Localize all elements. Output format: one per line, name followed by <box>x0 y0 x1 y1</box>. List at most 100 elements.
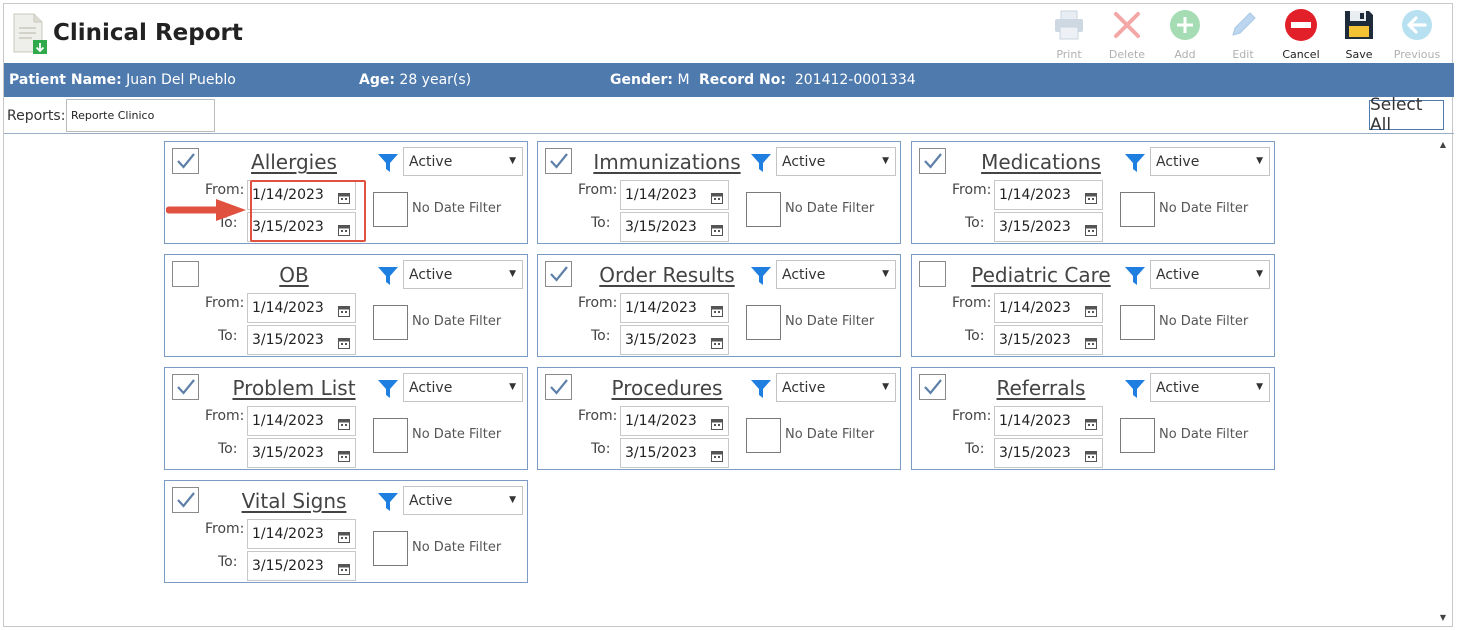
to-date-picker[interactable]: 3/15/2023 <box>994 438 1103 468</box>
calendar-icon[interactable] <box>1085 415 1097 430</box>
section-checkbox[interactable] <box>172 148 199 174</box>
filter-icon[interactable] <box>750 152 772 174</box>
filter-icon[interactable] <box>1124 265 1146 287</box>
from-date-picker[interactable]: 1/14/2023 <box>247 406 356 436</box>
status-dropdown[interactable]: Active ▼ <box>776 147 896 176</box>
previous-button[interactable]: Previous <box>1388 7 1446 63</box>
section-checkbox[interactable] <box>919 148 946 174</box>
calendar-icon[interactable] <box>711 415 723 430</box>
section-title[interactable]: Immunizations <box>578 150 756 174</box>
calendar-icon[interactable] <box>711 189 723 204</box>
from-date-picker[interactable]: 1/14/2023 <box>620 406 729 436</box>
calendar-icon[interactable] <box>1085 189 1097 204</box>
status-dropdown[interactable]: Active ▼ <box>403 147 523 176</box>
calendar-icon[interactable] <box>711 334 723 349</box>
section-checkbox[interactable] <box>172 487 199 513</box>
scroll-down-arrow-icon[interactable]: ▼ <box>1437 613 1449 623</box>
calendar-icon[interactable] <box>1085 302 1097 317</box>
section-title[interactable]: Procedures <box>578 376 756 400</box>
status-dropdown[interactable]: Active ▼ <box>403 260 523 289</box>
section-checkbox[interactable] <box>545 261 572 287</box>
status-dropdown[interactable]: Active ▼ <box>1150 147 1270 176</box>
no-date-filter-checkbox[interactable] <box>746 418 781 453</box>
delete-button[interactable]: Delete <box>1098 7 1156 63</box>
calendar-icon[interactable] <box>711 447 723 462</box>
scroll-up-arrow-icon[interactable]: ▲ <box>1437 140 1449 150</box>
status-dropdown[interactable]: Active ▼ <box>1150 260 1270 289</box>
section-checkbox[interactable] <box>172 374 199 400</box>
print-button[interactable]: Print <box>1040 7 1098 63</box>
section-title[interactable]: Problem List <box>205 376 383 400</box>
calendar-icon[interactable] <box>338 415 350 430</box>
calendar-icon[interactable] <box>338 528 350 543</box>
no-date-filter-checkbox[interactable] <box>373 531 408 566</box>
calendar-icon[interactable] <box>711 302 723 317</box>
calendar-icon[interactable] <box>1085 334 1097 349</box>
section-checkbox[interactable] <box>919 374 946 400</box>
to-date-picker[interactable]: 3/15/2023 <box>247 325 356 355</box>
filter-icon[interactable] <box>377 152 399 174</box>
calendar-icon[interactable] <box>711 221 723 236</box>
status-dropdown[interactable]: Active ▼ <box>403 486 523 515</box>
save-button[interactable]: Save <box>1330 7 1388 63</box>
to-label: To: <box>965 441 985 457</box>
to-date-picker[interactable]: 3/15/2023 <box>247 438 356 468</box>
no-date-filter-checkbox[interactable] <box>373 192 408 227</box>
from-date-picker[interactable]: 1/14/2023 <box>620 180 729 210</box>
section-checkbox[interactable] <box>545 148 572 174</box>
section-title[interactable]: Order Results <box>578 263 756 287</box>
filter-icon[interactable] <box>750 265 772 287</box>
section-checkbox[interactable] <box>545 374 572 400</box>
section-checkbox[interactable] <box>919 261 946 287</box>
from-date-picker[interactable]: 1/14/2023 <box>247 519 356 549</box>
no-date-filter-checkbox[interactable] <box>746 192 781 227</box>
to-date-picker[interactable]: 3/15/2023 <box>994 212 1103 242</box>
from-date-picker[interactable]: 1/14/2023 <box>994 180 1103 210</box>
status-dropdown[interactable]: Active ▼ <box>776 260 896 289</box>
filter-icon[interactable] <box>1124 152 1146 174</box>
reports-select[interactable]: Reporte Clinico <box>66 99 215 132</box>
no-date-filter-checkbox[interactable] <box>373 418 408 453</box>
to-date-picker[interactable]: 3/15/2023 <box>994 325 1103 355</box>
section-title[interactable]: Medications <box>952 150 1130 174</box>
to-date-picker[interactable]: 3/15/2023 <box>247 551 356 581</box>
from-date-picker[interactable]: 1/14/2023 <box>994 406 1103 436</box>
filter-icon[interactable] <box>750 378 772 400</box>
no-date-filter-checkbox[interactable] <box>373 305 408 340</box>
cancel-button[interactable]: Cancel <box>1272 7 1330 63</box>
from-date-picker[interactable]: 1/14/2023 <box>994 293 1103 323</box>
no-date-filter-checkbox[interactable] <box>746 305 781 340</box>
calendar-icon[interactable] <box>338 334 350 349</box>
section-title[interactable]: Vital Signs <box>205 489 383 513</box>
to-date-picker[interactable]: 3/15/2023 <box>620 325 729 355</box>
calendar-icon[interactable] <box>338 447 350 462</box>
section-title[interactable]: Allergies <box>205 150 383 174</box>
filter-icon[interactable] <box>377 491 399 513</box>
to-date-picker[interactable]: 3/15/2023 <box>620 438 729 468</box>
section-title[interactable]: Referrals <box>952 376 1130 400</box>
filter-icon[interactable] <box>1124 378 1146 400</box>
calendar-icon[interactable] <box>1085 447 1097 462</box>
no-date-filter-checkbox[interactable] <box>1120 305 1155 340</box>
section-checkbox[interactable] <box>172 261 199 287</box>
status-dropdown[interactable]: Active ▼ <box>776 373 896 402</box>
section-title[interactable]: Pediatric Care <box>952 263 1130 287</box>
section-title[interactable]: OB <box>205 263 383 287</box>
filter-icon[interactable] <box>377 378 399 400</box>
from-date-picker[interactable]: 1/14/2023 <box>247 293 356 323</box>
calendar-icon[interactable] <box>338 560 350 575</box>
filter-icon[interactable] <box>377 265 399 287</box>
calendar-icon[interactable] <box>1085 221 1097 236</box>
select-all-button[interactable]: Select All <box>1369 95 1444 135</box>
no-date-filter-checkbox[interactable] <box>1120 192 1155 227</box>
calendar-icon[interactable] <box>338 302 350 317</box>
status-dropdown[interactable]: Active ▼ <box>403 373 523 402</box>
edit-button[interactable]: Edit <box>1214 7 1272 63</box>
to-label: To: <box>218 554 238 570</box>
from-date-picker[interactable]: 1/14/2023 <box>620 293 729 323</box>
to-date-picker[interactable]: 3/15/2023 <box>620 212 729 242</box>
no-date-filter-checkbox[interactable] <box>1120 418 1155 453</box>
section-card-order-results: Order Results Active ▼ From: 1/14/2023 To: 3/1… <box>537 254 901 357</box>
add-button[interactable]: Add <box>1156 7 1214 63</box>
status-dropdown[interactable]: Active ▼ <box>1150 373 1270 402</box>
